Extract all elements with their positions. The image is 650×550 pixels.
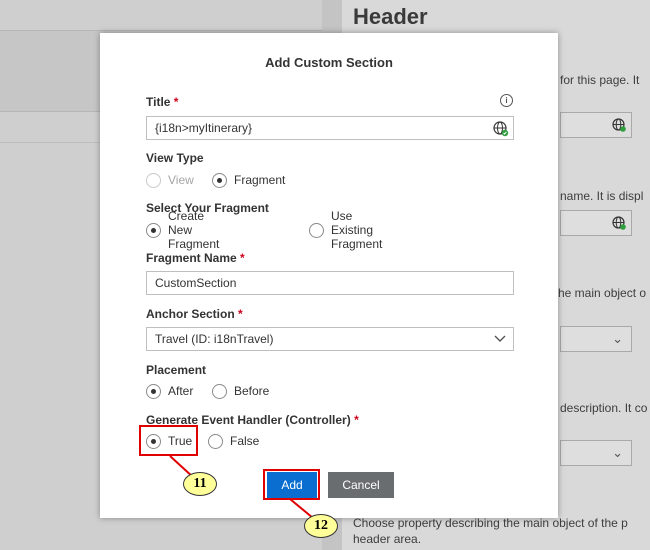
- view-type-view-radio: View: [146, 171, 194, 189]
- chevron-down-icon: ⌄: [612, 445, 623, 460]
- radio-circle: [208, 433, 223, 449]
- required-mark: *: [173, 95, 179, 109]
- radio-circle: [146, 172, 161, 188]
- background-text: name. It is displ: [560, 189, 644, 203]
- globe-icon[interactable]: [493, 121, 509, 144]
- event-handler-false-radio[interactable]: False: [208, 432, 259, 450]
- fragment-name-value: CustomSection: [155, 276, 237, 290]
- background-header-title: Header: [353, 4, 428, 29]
- required-mark: *: [354, 413, 359, 427]
- background-text: description. It co: [560, 401, 648, 415]
- background-text: he main object o: [558, 286, 647, 300]
- background-field: [560, 210, 632, 236]
- background-text: Choose property describing the main obje…: [353, 516, 628, 530]
- callout-11: 11: [183, 472, 217, 496]
- placement-before-radio[interactable]: Before: [212, 382, 269, 400]
- view-type-label: View Type: [146, 151, 204, 165]
- highlight-add-button: [263, 469, 320, 500]
- radio-circle: [146, 383, 161, 399]
- use-existing-fragment-radio[interactable]: Use Existing Fragment: [309, 209, 382, 251]
- create-new-fragment-radio[interactable]: Create New Fragment: [146, 209, 219, 251]
- globe-icon: [612, 216, 626, 233]
- required-mark: *: [240, 251, 245, 265]
- title-input-value: {i18n>myItinerary}: [155, 121, 253, 135]
- background-text: for this page. It: [560, 73, 640, 87]
- globe-icon: [612, 118, 626, 135]
- background-field: [560, 112, 632, 138]
- fragment-name-input[interactable]: CustomSection: [146, 271, 514, 295]
- fragment-name-label: Fragment Name *: [146, 251, 245, 265]
- title-label: Title *: [146, 95, 179, 109]
- title-input[interactable]: {i18n>myItinerary}: [146, 116, 514, 140]
- required-mark: *: [238, 307, 243, 321]
- info-icon[interactable]: i: [500, 94, 513, 107]
- background-dropdown: ⌄: [560, 326, 632, 352]
- background-text: header area.: [353, 532, 422, 546]
- anchor-section-value: Travel (ID: i18nTravel): [155, 332, 274, 346]
- anchor-section-label: Anchor Section *: [146, 307, 243, 321]
- callout-12: 12: [304, 514, 338, 538]
- placement-after-radio[interactable]: After: [146, 382, 193, 400]
- cancel-button[interactable]: Cancel: [328, 472, 394, 498]
- radio-circle: [212, 383, 227, 399]
- view-type-fragment-radio[interactable]: Fragment: [212, 171, 285, 189]
- radio-circle: [212, 172, 227, 188]
- highlight-true-radio: [139, 425, 198, 456]
- chevron-down-icon: ⌄: [612, 331, 623, 346]
- add-custom-section-dialog: Add Custom Section Title * i {i18n>myIti…: [100, 33, 558, 518]
- background-dropdown: ⌄: [560, 440, 632, 466]
- anchor-section-select[interactable]: Travel (ID: i18nTravel): [146, 327, 514, 351]
- dialog-title: Add Custom Section: [265, 55, 393, 70]
- placement-label: Placement: [146, 363, 207, 377]
- chevron-down-icon[interactable]: [494, 328, 506, 357]
- radio-circle: [146, 222, 161, 238]
- radio-circle: [309, 222, 324, 238]
